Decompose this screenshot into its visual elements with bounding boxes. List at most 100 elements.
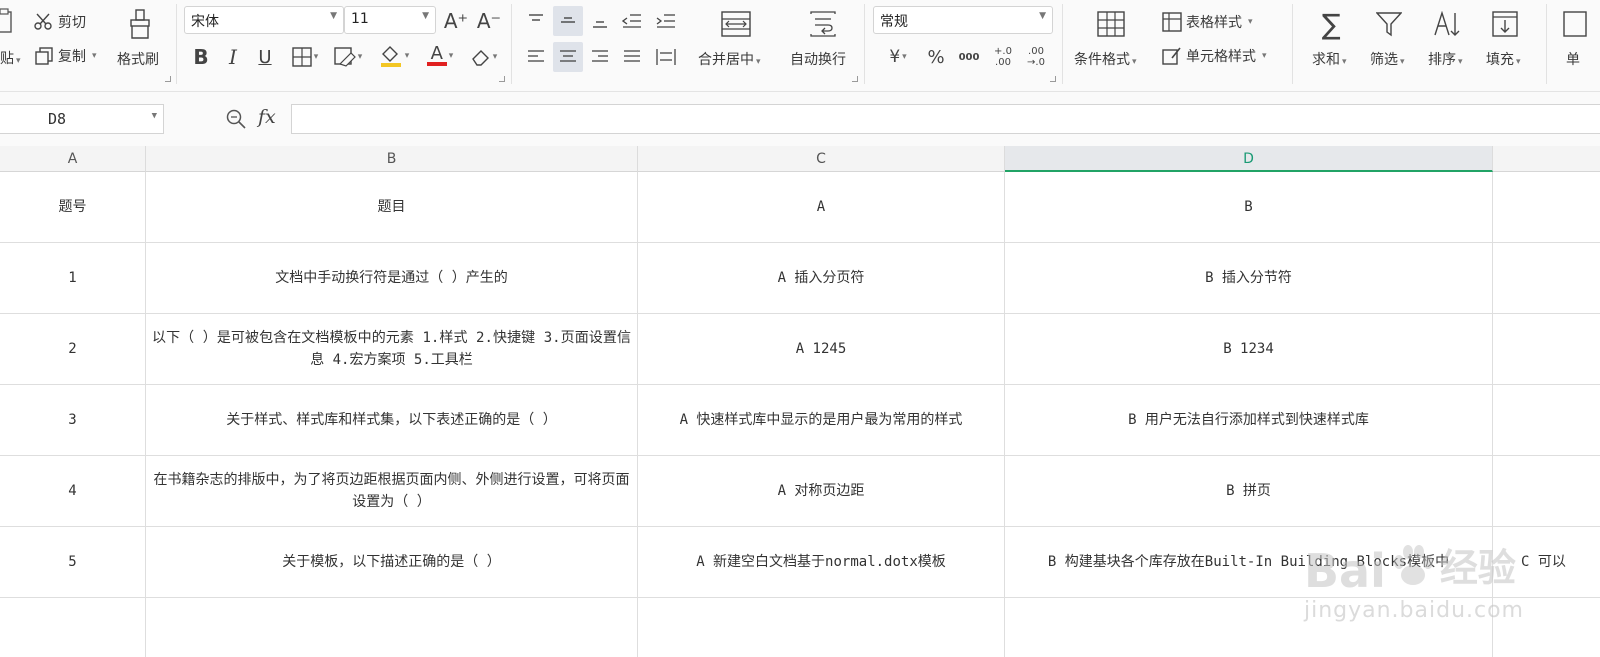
font-dialog-launcher[interactable] (499, 76, 505, 82)
empty-cell[interactable] (0, 598, 146, 657)
percent-button[interactable]: % (922, 44, 950, 70)
option-a-cell[interactable]: A 1245 (638, 314, 1005, 385)
question-text-cell[interactable]: 以下（ ）是可被包含在文档模板中的元素 1.样式 2.快捷键 3.页面设置信息 … (146, 314, 638, 385)
option-a-cell[interactable]: A 对称页边距 (638, 456, 1005, 527)
align-center-button[interactable] (553, 42, 583, 72)
option-b-cell[interactable]: B 插入分节符 (1005, 243, 1493, 314)
header-cell-option-a[interactable]: A (638, 172, 1005, 243)
conditional-format-button[interactable]: 条件格式 ▾ (1074, 49, 1137, 69)
question-number-cell[interactable]: 1 (0, 243, 146, 314)
cut-button[interactable]: 剪切 (34, 12, 86, 32)
option-b-cell[interactable]: B 拼页 (1005, 456, 1493, 527)
font-size-select[interactable]: 11 ▼ (344, 6, 436, 34)
format-painter-button[interactable]: 格式刷 (117, 49, 159, 69)
more-tools-button[interactable]: 单 (1566, 49, 1580, 69)
format-painter-icon[interactable] (125, 8, 155, 40)
increase-indent-button[interactable] (652, 6, 680, 36)
column-header-a[interactable]: A (0, 146, 146, 172)
alignment-dialog-launcher[interactable] (852, 76, 858, 82)
question-number-cell[interactable]: 4 (0, 456, 146, 527)
copy-button[interactable]: 复制 ▾ (34, 46, 97, 66)
filter-button[interactable]: 筛选 ▾ (1370, 49, 1405, 69)
column-header-c[interactable]: C (638, 146, 1005, 172)
option-b-cell[interactable]: B 构建基块各个库存放在Built-In Building Blocks模板中 (1005, 527, 1493, 598)
question-number-cell[interactable]: 2 (0, 314, 146, 385)
header-cell-question[interactable]: 题目 (146, 172, 638, 243)
option-a-cell[interactable]: A 快速样式库中显示的是用户最为常用的样式 (638, 385, 1005, 456)
header-cell-e[interactable] (1493, 172, 1600, 243)
question-text-cell[interactable]: 文档中手动换行符是通过（ ）产生的 (146, 243, 638, 314)
question-text-cell[interactable]: 在书籍杂志的排版中，为了将页边距根据页面内侧、外侧进行设置，可将页面设置为（ ） (146, 456, 638, 527)
option-a-cell[interactable]: A 新建空白文档基于normal.dotx模板 (638, 527, 1005, 598)
align-right-button[interactable] (586, 42, 614, 72)
column-header-b[interactable]: B (146, 146, 638, 172)
empty-cell[interactable] (1493, 598, 1600, 657)
italic-button[interactable]: I (220, 43, 246, 71)
question-number-cell[interactable]: 3 (0, 385, 146, 456)
table-style-button[interactable]: 表格样式 ▾ (1162, 12, 1253, 32)
question-text-cell[interactable]: 关于模板，以下描述正确的是（ ） (146, 527, 638, 598)
clipboard-dialog-launcher[interactable] (165, 76, 171, 82)
fill-button[interactable]: 填充 ▾ (1486, 49, 1521, 69)
option-c-cell[interactable] (1493, 385, 1600, 456)
sort-button[interactable]: 排序 ▾ (1428, 49, 1463, 69)
empty-cell[interactable] (146, 598, 638, 657)
number-dialog-launcher[interactable] (1050, 76, 1056, 82)
sort-icon[interactable] (1432, 8, 1462, 40)
question-text-cell[interactable]: 关于样式、样式库和样式集，以下表述正确的是（ ） (146, 385, 638, 456)
option-b-cell[interactable]: B 1234 (1005, 314, 1493, 385)
question-number-cell[interactable]: 5 (0, 527, 146, 598)
sum-button[interactable]: 求和 ▾ (1312, 49, 1347, 69)
wrap-text-icon[interactable] (805, 8, 841, 40)
number-format-select[interactable]: 常规 ▼ (873, 6, 1053, 34)
filter-icon[interactable] (1374, 8, 1404, 40)
selected-cell-d8[interactable] (1005, 598, 1493, 657)
align-left-button[interactable] (522, 42, 550, 72)
conditional-format-icon[interactable] (1094, 8, 1128, 40)
option-c-cell[interactable] (1493, 243, 1600, 314)
wrap-text-button[interactable]: 自动换行 (790, 49, 846, 69)
empty-cell[interactable] (638, 598, 1005, 657)
header-cell-option-b[interactable]: B (1005, 172, 1493, 243)
merge-center-button[interactable]: 合并居中 ▾ (698, 49, 761, 69)
align-bottom-button[interactable] (586, 6, 614, 36)
underline-button[interactable]: U (252, 43, 278, 71)
more-tools-icon[interactable] (1560, 8, 1590, 40)
increase-decimal-button[interactable]: +.0 .00 (988, 42, 1018, 72)
option-c-cell[interactable] (1493, 314, 1600, 385)
paste-icon[interactable] (0, 6, 16, 36)
merge-center-icon[interactable] (718, 8, 754, 40)
header-cell-number[interactable]: 题号 (0, 172, 146, 243)
borders-button[interactable]: ▾ (286, 44, 324, 70)
align-top-button[interactable] (522, 6, 550, 36)
justify-button[interactable] (618, 42, 646, 72)
name-box[interactable]: D8 ▼ (0, 104, 164, 134)
fx-button[interactable]: fx (258, 106, 276, 128)
font-shrink-button[interactable]: A⁻ (476, 8, 502, 34)
paste-button[interactable]: 贴 ▾ (0, 48, 21, 68)
clear-format-button[interactable]: ▾ (464, 44, 504, 70)
fill-down-icon[interactable] (1490, 8, 1520, 40)
bold-button[interactable]: B (188, 43, 214, 71)
decrease-indent-button[interactable] (618, 6, 646, 36)
font-name-select[interactable]: 宋体 ▼ (184, 6, 344, 34)
currency-button[interactable]: ¥ ▾ (878, 44, 918, 70)
distributed-button[interactable] (652, 42, 680, 72)
option-a-cell[interactable]: A 插入分页符 (638, 243, 1005, 314)
decrease-decimal-button[interactable]: .00 →.0 (1021, 42, 1051, 72)
thousands-button[interactable]: 000 (954, 44, 984, 70)
formula-input[interactable] (291, 104, 1600, 134)
column-header-d[interactable]: D (1005, 146, 1493, 172)
zoom-icon[interactable] (224, 106, 248, 132)
option-c-cell[interactable]: C 可以 (1493, 527, 1600, 598)
sum-icon[interactable]: ∑ (1316, 8, 1346, 41)
option-b-cell[interactable]: B 用户无法自行添加样式到快速样式库 (1005, 385, 1493, 456)
cell-style-button[interactable]: 单元格样式 ▾ (1162, 46, 1267, 66)
option-c-cell[interactable] (1493, 456, 1600, 527)
column-header-e[interactable] (1493, 146, 1600, 172)
align-middle-button[interactable] (553, 6, 583, 36)
font-grow-button[interactable]: A⁺ (443, 8, 469, 34)
font-color-button[interactable]: A ▾ (420, 42, 460, 70)
fill-color-button[interactable]: ▾ (374, 42, 414, 70)
fill-pattern-button[interactable]: ▾ (328, 44, 368, 70)
